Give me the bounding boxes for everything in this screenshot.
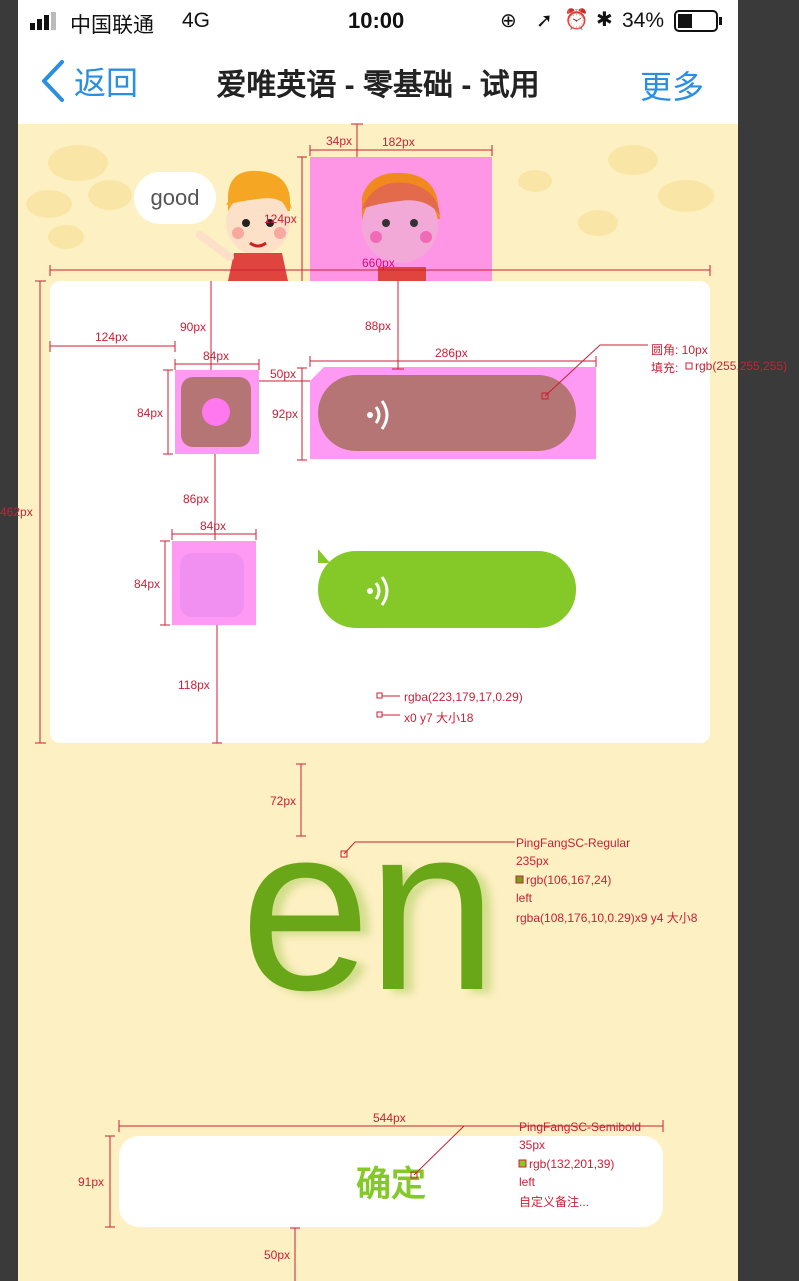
btn-size-spec: 35px (519, 1138, 546, 1152)
dim-label: 118px (178, 678, 210, 692)
shadow-color-spec: rgba(223,179,17,0.29) (404, 690, 523, 704)
en-font-spec: PingFangSC-Regular (516, 836, 631, 850)
fill-spec-label: 填充: (651, 361, 679, 375)
dim-label: 84px (134, 577, 161, 591)
en-size-spec: 235px (516, 854, 549, 868)
dim-label: 90px (180, 320, 207, 334)
dim-label: 660px (362, 256, 395, 270)
dim-label: 72px (270, 794, 297, 808)
dim-label: 91px (78, 1175, 105, 1189)
fill-spec-value: rgb(255,255,255) (695, 359, 788, 373)
dim-label: 286px (435, 346, 468, 360)
dim-label: 124px (264, 212, 297, 226)
measure-lines (35, 123, 711, 1281)
dim-label: 124px (95, 330, 128, 344)
dim-label: 92px (272, 407, 299, 421)
en-color-spec: rgb(106,167,24) (526, 873, 612, 887)
dim-label: 182px (382, 135, 415, 149)
dim-label: 84px (200, 519, 227, 533)
radius-spec: 圆角: 10px (651, 343, 708, 357)
dim-label: 50px (264, 1248, 291, 1262)
btn-align-spec: left (519, 1175, 536, 1189)
dim-label: 84px (203, 349, 230, 363)
btn-color-spec: rgb(132,201,39) (529, 1157, 615, 1171)
dim-label: 84px (137, 406, 164, 420)
btn-font-spec: PingFangSC-Semibold (519, 1120, 642, 1134)
shadow-offset-spec: x0 y7 大小18 (404, 711, 474, 725)
dim-label: 34px (326, 134, 353, 148)
en-shadow-spec: rgba(108,176,10,0.29)x9 y4 大小8 (516, 911, 698, 925)
dim-label: 88px (365, 319, 392, 333)
dim-label: 462px (0, 505, 33, 519)
dim-label: 50px (270, 367, 297, 381)
btn-note-spec: 自定义备注... (519, 1195, 590, 1209)
dim-label: 544px (373, 1111, 406, 1125)
en-align-spec: left (516, 891, 533, 905)
dim-label: 86px (183, 492, 210, 506)
